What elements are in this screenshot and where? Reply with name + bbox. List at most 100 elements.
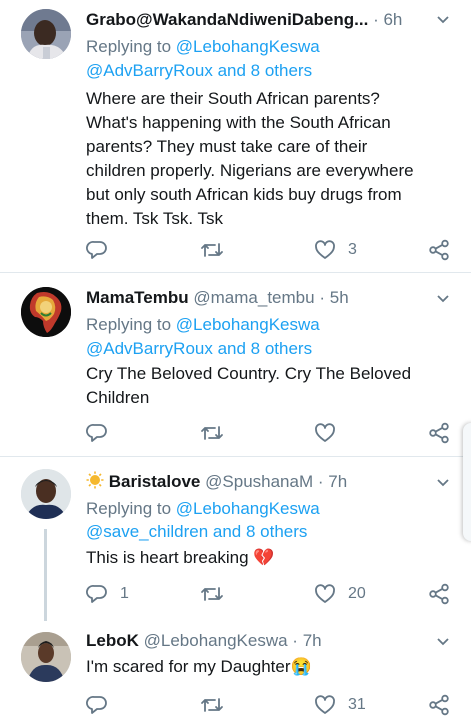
tweet-text-line: I'm scared for my Daughter😭 [86, 657, 312, 676]
like-count: 20 [348, 585, 366, 602]
tweet[interactable]: Grabo@WakandaNdiweniDabeng... · 6h Reply… [0, 0, 471, 270]
reply-button[interactable]: 1 [86, 582, 129, 606]
timestamp[interactable]: 7h [303, 631, 322, 650]
chevron-down-icon[interactable] [437, 295, 449, 303]
display-name[interactable]: MamaTembu [86, 288, 189, 307]
reply-icon [86, 424, 107, 442]
display-name[interactable]: Baristalove [109, 472, 201, 491]
like-button[interactable]: 20 [314, 582, 366, 606]
share-icon [429, 694, 449, 716]
retweet-icon [201, 587, 223, 601]
chevron-down-icon[interactable] [437, 638, 449, 646]
mention-link[interactable]: @save_children and 8 others [86, 522, 307, 541]
tweet-text: This is heart breaking 💔 [86, 546, 446, 570]
tweet-text-line: What's happening with the South African [86, 113, 391, 132]
replying-to-label: Replying to [86, 315, 172, 334]
timestamp[interactable]: 7h [328, 472, 347, 491]
tweet-text-line: them. Tsk Tsk. Tsk [86, 209, 223, 228]
tweet-text-line: children properly. Nigerians are everywh… [86, 161, 414, 180]
tweet-actions: 3 [86, 238, 456, 262]
scroll-handle[interactable] [463, 423, 471, 541]
tweet-text-line: parents? They must take care of their [86, 137, 368, 156]
thread-line [44, 529, 47, 621]
replying-to: Replying to @LebohangKeswa [86, 313, 320, 337]
tweet-header: Grabo@WakandaNdiweniDabeng... · 6h [86, 9, 427, 31]
timestamp[interactable]: 5h [330, 288, 349, 307]
reply-button[interactable] [86, 238, 120, 262]
chevron-down-icon[interactable] [437, 479, 449, 487]
tweet-text: I'm scared for my Daughter😭 [86, 655, 446, 679]
replying-to: Replying to @LebohangKeswa [86, 35, 320, 59]
tweet-actions [86, 421, 456, 445]
tweet-text: Where are their South African parents? W… [86, 87, 446, 231]
timestamp[interactable]: 6h [383, 10, 402, 29]
tweet-header: MamaTembu @mama_tembu · 5h [86, 287, 427, 309]
like-icon [315, 584, 335, 603]
separator: · [319, 288, 325, 307]
chevron-down-icon[interactable] [437, 16, 449, 24]
tweet-text-line: Where are their South African parents? [86, 89, 380, 108]
share-icon [429, 239, 449, 261]
retweet-icon [201, 426, 223, 440]
like-icon [315, 240, 335, 259]
like-count: 31 [348, 696, 366, 713]
retweet-button[interactable] [200, 693, 236, 717]
display-name[interactable]: LeboK [86, 631, 139, 650]
tweet[interactable]: Baristalove @SpushanaM · 7h Replying to … [0, 457, 471, 621]
replying-to-more: @save_children and 8 others [86, 520, 307, 544]
avatar[interactable] [21, 632, 71, 682]
tweet-header: Baristalove @SpushanaM · 7h [86, 471, 427, 493]
retweet-icon [201, 243, 223, 257]
user-handle[interactable]: @LebohangKeswa [144, 631, 288, 650]
share-icon [429, 422, 449, 444]
avatar[interactable] [21, 287, 71, 337]
share-button[interactable] [428, 582, 450, 606]
reply-icon [86, 696, 107, 714]
tweet-text-line: This is heart breaking 💔 [86, 548, 275, 567]
replying-to-label: Replying to [86, 37, 172, 56]
separator: · [373, 10, 379, 29]
replying-to-label: Replying to [86, 499, 172, 518]
reply-button[interactable] [86, 693, 120, 717]
reply-button[interactable] [86, 421, 120, 445]
retweet-button[interactable] [200, 238, 236, 262]
avatar[interactable] [21, 469, 71, 519]
tweet[interactable]: LeboK @LebohangKeswa · 7h I'm scared for… [0, 620, 471, 720]
display-name[interactable]: Grabo@WakandaNdiweniDabeng... [86, 10, 368, 29]
tweet-actions: 31 [86, 693, 456, 717]
replying-to-more: @AdvBarryRoux and 8 others [86, 59, 312, 83]
mention-link[interactable]: @LebohangKeswa [176, 499, 320, 518]
tweet-text-line: but only south African kids buy drugs fr… [86, 185, 402, 204]
mention-link[interactable]: @AdvBarryRoux and 8 others [86, 339, 312, 358]
replying-to: Replying to @LebohangKeswa [86, 497, 320, 521]
separator: · [317, 472, 324, 491]
tweet[interactable]: MamaTembu @mama_tembu · 5h Replying to @… [0, 273, 471, 453]
mention-link[interactable]: @LebohangKeswa [176, 37, 320, 56]
like-button[interactable] [314, 421, 348, 445]
retweet-icon [201, 698, 223, 712]
tweet-text-line: Children [86, 388, 150, 407]
tweet-text: Cry The Beloved Country. Cry The Beloved… [86, 362, 446, 410]
user-handle[interactable]: @mama_tembu [193, 288, 314, 307]
avatar[interactable] [21, 9, 71, 59]
retweet-button[interactable] [200, 421, 236, 445]
tweet-text-line: Cry The Beloved Country. Cry The Beloved [86, 364, 412, 383]
reply-icon [86, 585, 107, 603]
like-count: 3 [348, 241, 357, 258]
share-button[interactable] [428, 238, 450, 262]
mention-link[interactable]: @AdvBarryRoux and 8 others [86, 61, 312, 80]
like-button[interactable]: 3 [314, 238, 357, 262]
like-icon [315, 695, 335, 714]
retweet-button[interactable] [200, 582, 236, 606]
share-button[interactable] [428, 693, 450, 717]
user-handle[interactable]: @SpushanaM [205, 472, 313, 491]
mention-link[interactable]: @LebohangKeswa [176, 315, 320, 334]
like-icon [315, 423, 335, 442]
share-button[interactable] [428, 421, 450, 445]
tweet-actions: 1 20 [86, 582, 456, 606]
like-button[interactable]: 31 [314, 693, 366, 717]
separator: · [292, 631, 298, 650]
tweet-header: LeboK @LebohangKeswa · 7h [86, 630, 427, 652]
share-icon [429, 583, 449, 605]
sun-emoji-icon [86, 471, 104, 489]
